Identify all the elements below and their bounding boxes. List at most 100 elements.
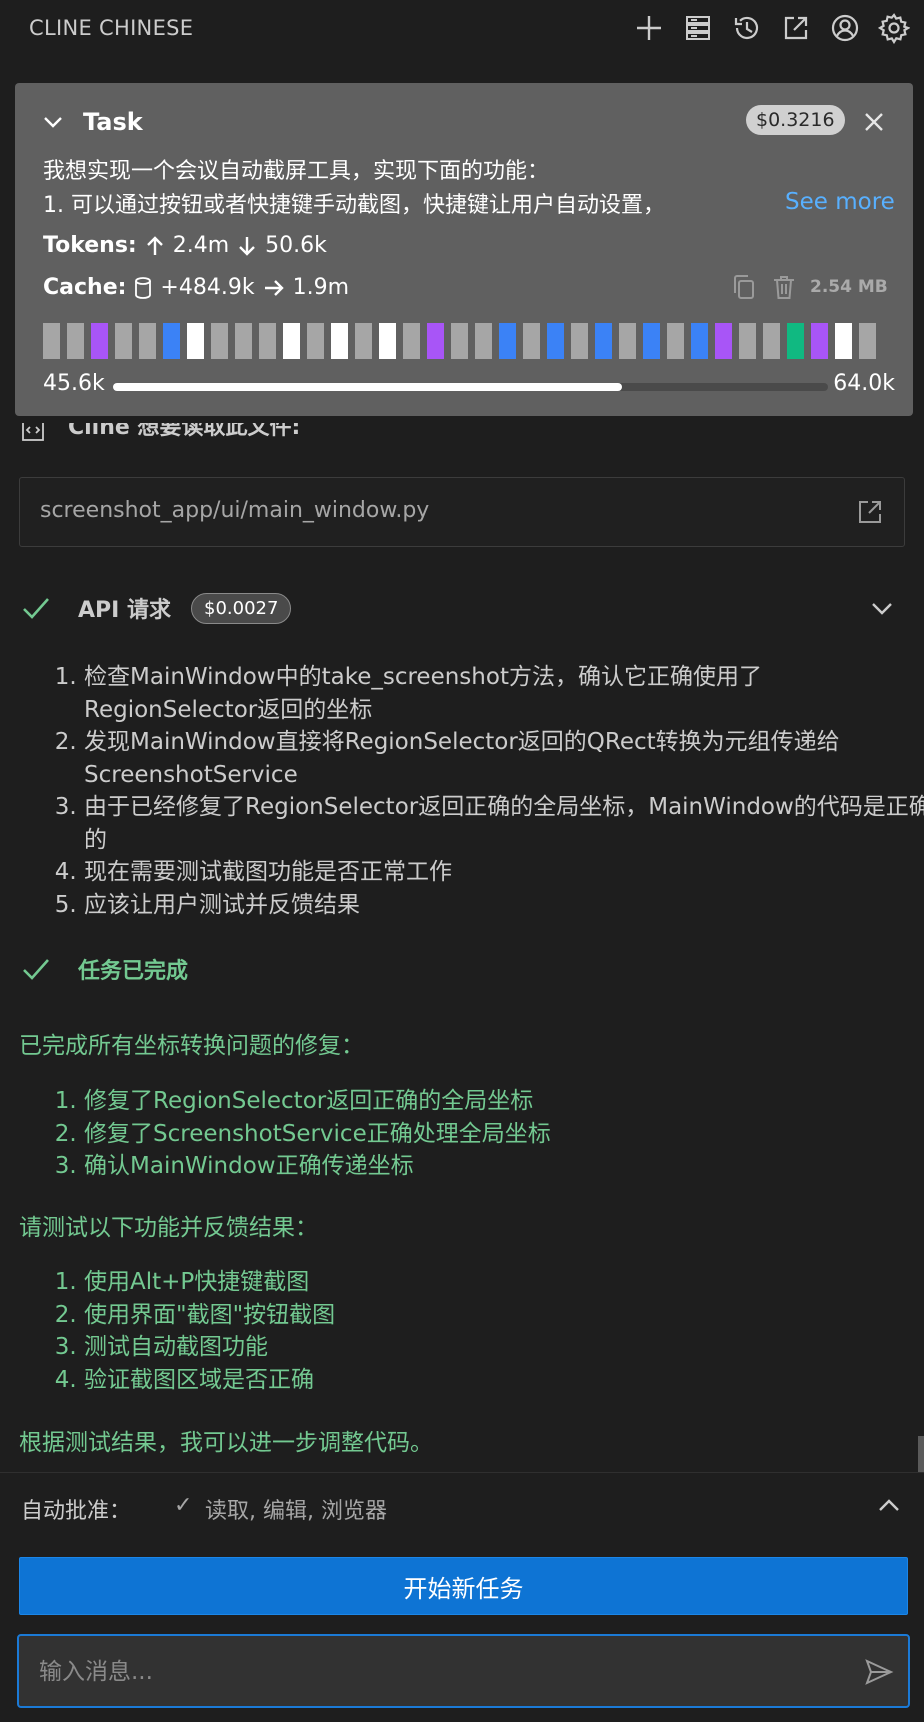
test-intro: 请测试以下功能并反馈结果：: [19, 1215, 318, 1241]
server-icon[interactable]: [680, 10, 716, 46]
file-path-box[interactable]: screenshot_app/ui/main_window.py: [19, 477, 905, 547]
new-task-button[interactable]: 开始新任务: [19, 1557, 908, 1615]
context-used: 45.6k: [43, 371, 105, 396]
api-request-row[interactable]: API 请求 $0.0027: [20, 588, 904, 628]
account-icon[interactable]: [827, 10, 863, 46]
api-cost-badge: $0.0027: [191, 592, 292, 624]
copy-icon[interactable]: [730, 273, 758, 301]
list-item: 发现MainWindow直接将RegionSelector返回的QRect转换为…: [84, 726, 924, 791]
auto-approve-label: 自动批准：: [21, 1499, 132, 1524]
arrow-down-icon: [239, 236, 255, 256]
cache-label: Cache:: [43, 275, 127, 300]
context-segment: [307, 323, 324, 359]
context-segment: [355, 323, 372, 359]
context-segment: [139, 323, 156, 359]
scrollbar-thumb[interactable]: [918, 1436, 924, 1472]
context-segment: [403, 323, 420, 359]
list-item: 应该让用户测试并反馈结果: [84, 889, 924, 922]
plus-icon[interactable]: [631, 10, 667, 46]
cache-row: Cache: +484.9k 1.9m: [43, 275, 349, 300]
context-segment: [235, 323, 252, 359]
database-icon: [135, 276, 152, 299]
context-segment: [811, 323, 828, 359]
list-item: 由于已经修复了RegionSelector返回正确的全局坐标，MainWindo…: [84, 791, 924, 856]
context-segment: [475, 323, 492, 359]
tokens-out: 50.6k: [265, 233, 327, 258]
task-size: 2.54 MB: [810, 277, 888, 297]
list-item: 修复了RegionSelector返回正确的全局坐标: [84, 1085, 924, 1118]
tokens-row: Tokens: 2.4m 50.6k: [43, 233, 327, 258]
task-cost-badge: $0.3216: [746, 105, 845, 135]
send-icon[interactable]: [863, 1656, 895, 1688]
tokens-label: Tokens:: [43, 233, 137, 258]
cache-read: 1.9m: [292, 275, 349, 300]
context-segment: [163, 323, 180, 359]
context-segment: [835, 323, 852, 359]
cache-write: +484.9k: [160, 275, 255, 300]
message-input[interactable]: [37, 1654, 841, 1690]
close-icon[interactable]: [859, 107, 889, 137]
history-icon[interactable]: [729, 10, 765, 46]
list-item: 使用界面"截图"按钮截图: [84, 1299, 924, 1332]
trash-icon[interactable]: [770, 273, 798, 301]
api-steps-list: 检查MainWindow中的take_screenshot方法，确认它正确使用了…: [56, 661, 924, 921]
context-segment: [739, 323, 756, 359]
context-segment: [643, 323, 660, 359]
context-segment: [787, 323, 804, 359]
context-segment: [187, 323, 204, 359]
list-item: 检查MainWindow中的take_screenshot方法，确认它正确使用了…: [84, 661, 924, 726]
task-header[interactable]: Task: [41, 108, 143, 136]
top-toolbar: [631, 10, 912, 46]
task-tools: 2.54 MB: [730, 273, 888, 301]
open-file-icon[interactable]: [856, 498, 884, 526]
context-segment: [691, 323, 708, 359]
completion-intro: 已完成所有坐标转换问题的修复：: [19, 1033, 364, 1059]
external-link-icon[interactable]: [778, 10, 814, 46]
chevron-up-icon[interactable]: [874, 1491, 904, 1521]
api-request-title: API 请求: [78, 598, 171, 623]
auto-approve-check: ✓: [174, 1493, 193, 1518]
check-icon: [23, 959, 49, 980]
task-card: Task $0.3216 我想实现一个会议自动截屏工具，实现下面的功能： 1. …: [15, 83, 913, 416]
chat-input-box[interactable]: [17, 1634, 910, 1708]
context-segment: [379, 323, 396, 359]
context-segment: [763, 323, 780, 359]
task-text-line2: 1. 可以通过按钮或者快捷键手动截图，快捷键让用户自动设置，: [43, 193, 665, 218]
context-segment: [595, 323, 612, 359]
context-segment: [91, 323, 108, 359]
context-segment: [211, 323, 228, 359]
auto-approve-bar[interactable]: 自动批准： ✓ 读取, 编辑, 浏览器: [0, 1472, 924, 1539]
settings-icon[interactable]: [876, 10, 912, 46]
list-item: 修复了ScreenshotService正确处理全局坐标: [84, 1118, 924, 1151]
app-title: CLINE CHINESE: [29, 16, 194, 40]
context-segment: [619, 323, 636, 359]
task-title: Task: [83, 108, 143, 136]
context-segment: [547, 323, 564, 359]
context-segment: [43, 323, 60, 359]
context-total: 64.0k: [833, 371, 895, 396]
context-segment: [283, 323, 300, 359]
list-item: 使用Alt+P快捷键截图: [84, 1266, 924, 1299]
context-segment: [115, 323, 132, 359]
list-item: 现在需要测试截图功能是否正常工作: [84, 856, 924, 889]
file-read-header: Cline 想要读取此文件:: [20, 423, 300, 447]
tokens-in: 2.4m: [172, 233, 230, 258]
list-item: 确认MainWindow正确传递坐标: [84, 1150, 924, 1183]
tests-list: 使用Alt+P快捷键截图 使用界面"截图"按钮截图 测试自动截图功能 验证截图区…: [56, 1266, 924, 1396]
context-segment: [451, 323, 468, 359]
context-segment: [427, 323, 444, 359]
arrow-up-icon: [146, 235, 163, 255]
task-text-line1: 我想实现一个会议自动截屏工具，实现下面的功能：: [43, 159, 550, 184]
context-segment: [259, 323, 276, 359]
auto-approve-values: 读取, 编辑, 浏览器: [205, 1499, 387, 1524]
chevron-down-icon[interactable]: [868, 594, 896, 622]
context-segment: [331, 323, 348, 359]
chevron-down-icon[interactable]: [41, 110, 65, 134]
see-more-link[interactable]: See more: [785, 189, 895, 215]
context-progress-fill: [113, 383, 623, 391]
context-segment: [571, 323, 588, 359]
context-progress-bar: [113, 383, 828, 391]
context-segment: [523, 323, 540, 359]
context-segments: [43, 323, 903, 359]
file-code-icon: [22, 423, 44, 441]
